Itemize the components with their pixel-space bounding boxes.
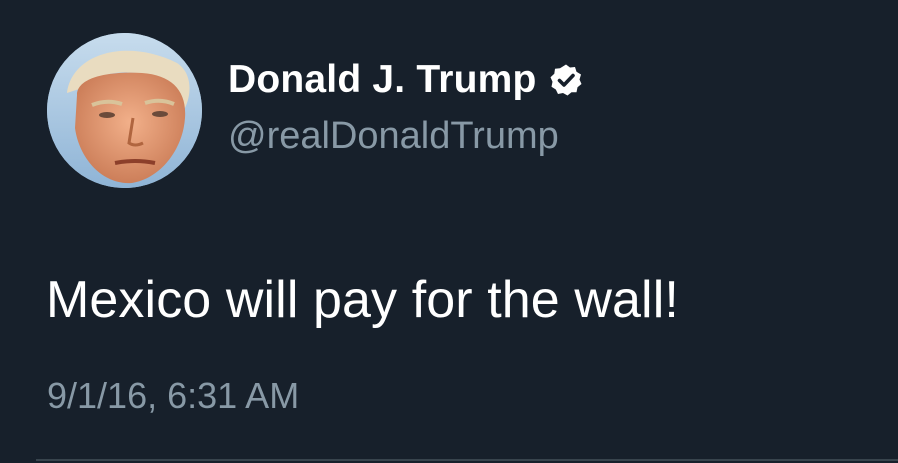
tweet-timestamp[interactable]: 9/1/16, 6:31 AM (47, 375, 299, 417)
tweet-card: Donald J. Trump @realDonaldTrump Mexico … (0, 0, 898, 463)
author-name-row: Donald J. Trump (228, 55, 583, 105)
divider (36, 459, 898, 461)
author-handle[interactable]: @realDonaldTrump (228, 115, 559, 158)
author-avatar[interactable] (47, 33, 202, 188)
avatar-photo-icon (47, 33, 202, 188)
verified-badge-icon (549, 63, 583, 97)
tweet-text: Mexico will pay for the wall! (46, 271, 679, 329)
author-display-name[interactable]: Donald J. Trump (228, 58, 537, 102)
